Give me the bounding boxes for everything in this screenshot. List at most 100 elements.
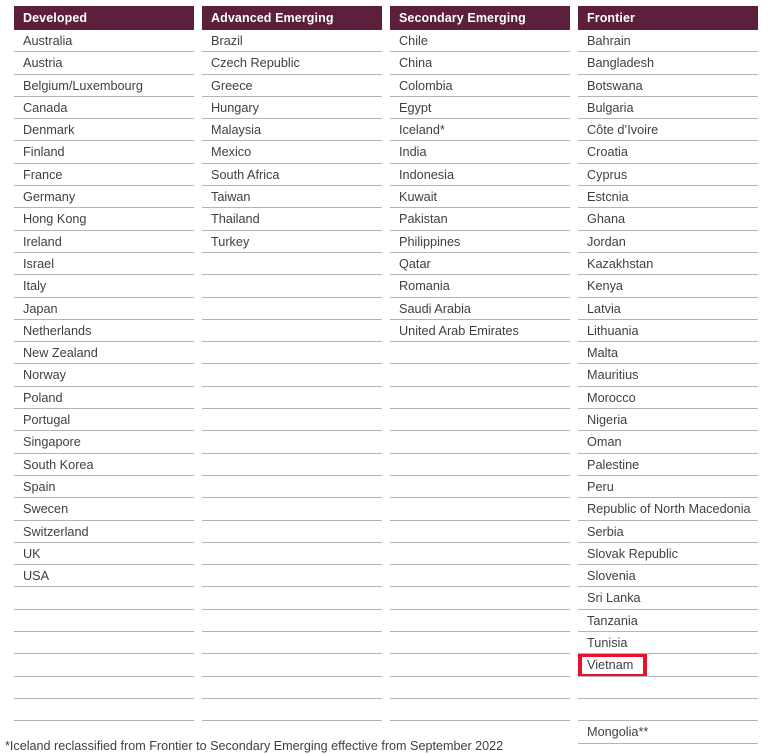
country-cell[interactable]: Spain — [14, 476, 194, 499]
country-cell[interactable]: Tunisia — [578, 632, 758, 655]
country-cell[interactable]: Canada — [14, 97, 194, 120]
country-cell[interactable]: Jordan — [578, 231, 758, 253]
country-cell[interactable]: Philippines — [390, 231, 570, 253]
country-cell[interactable]: Latvia — [578, 298, 758, 320]
country-cell-highlighted[interactable]: Vietnam — [578, 654, 758, 677]
country-cell[interactable]: Hungary — [202, 97, 382, 120]
empty-row — [578, 677, 758, 699]
country-cell[interactable]: Brazil — [202, 30, 382, 53]
country-cell[interactable]: Nigeria — [578, 409, 758, 432]
country-cell[interactable]: Mongolia** — [578, 721, 758, 744]
empty-row — [202, 409, 382, 432]
country-cell[interactable]: China — [390, 52, 570, 75]
country-cell[interactable]: South Korea — [14, 454, 194, 476]
country-cell[interactable]: Estcnia — [578, 186, 758, 209]
country-cell[interactable]: Norway — [14, 364, 194, 387]
country-cell[interactable]: Peru — [578, 476, 758, 499]
country-cell[interactable]: Czech Republic — [202, 52, 382, 75]
country-cell[interactable]: Finland — [14, 141, 194, 164]
country-cell[interactable]: Mauritius — [578, 364, 758, 387]
empty-row — [390, 476, 570, 499]
column-header: Frontier — [578, 6, 758, 30]
country-cell[interactable]: USA — [14, 565, 194, 588]
country-cell[interactable]: Turkey — [202, 231, 382, 253]
country-cell[interactable]: Kenya — [578, 275, 758, 298]
country-cell[interactable]: India — [390, 141, 570, 164]
country-cell[interactable]: Botswana — [578, 75, 758, 97]
empty-row — [578, 699, 758, 722]
country-cell[interactable]: Singapore — [14, 431, 194, 454]
country-cell[interactable]: Palestine — [578, 454, 758, 476]
country-cell[interactable]: Côte d’Ivoire — [578, 119, 758, 142]
country-cell[interactable]: Bahrain — [578, 30, 758, 53]
empty-row — [390, 610, 570, 633]
country-cell[interactable]: Croatia — [578, 141, 758, 164]
column-header: Secondary Emerging — [390, 6, 570, 30]
country-cell[interactable]: Poland — [14, 387, 194, 410]
country-cell[interactable]: Bangladesh — [578, 52, 758, 75]
empty-row — [202, 677, 382, 699]
country-cell[interactable]: Taiwan — [202, 186, 382, 209]
country-cell[interactable]: Slovenia — [578, 565, 758, 588]
country-cell[interactable]: Lithuania — [578, 320, 758, 343]
country-cell[interactable]: Germany — [14, 186, 194, 209]
country-cell[interactable]: France — [14, 164, 194, 187]
country-cell[interactable]: Japan — [14, 298, 194, 320]
column-rows: Bahrain Bangladesh Botswana Bulgaria Côte d’… — [578, 30, 758, 744]
country-cell[interactable]: Bulgaria — [578, 97, 758, 120]
table-column: Frontier Bahrain Bangladesh Botswana Bulgari… — [578, 6, 758, 744]
country-cell[interactable]: Italy — [14, 275, 194, 298]
country-cell[interactable]: Greece — [202, 75, 382, 97]
country-cell[interactable]: Indonesia — [390, 164, 570, 187]
column-rows: Brazil Czech Republic Greece Hungary Malaysi… — [202, 30, 382, 722]
column-header: Developed — [14, 6, 194, 30]
country-cell[interactable]: Qatar — [390, 253, 570, 276]
country-cell[interactable]: Cyprus — [578, 164, 758, 187]
country-cell[interactable]: Colombia — [390, 75, 570, 97]
empty-row — [390, 587, 570, 610]
country-cell[interactable]: Slovak Republic — [578, 543, 758, 566]
country-cell[interactable]: Ghana — [578, 208, 758, 231]
column-header: Advanced Emerging — [202, 6, 382, 30]
country-cell[interactable]: Chile — [390, 30, 570, 53]
country-label: Vietnam — [587, 658, 634, 673]
empty-row — [14, 610, 194, 633]
country-cell[interactable]: Republic of North Macedonia — [578, 498, 758, 521]
country-cell[interactable]: Israel — [14, 253, 194, 276]
country-cell[interactable]: South Africa — [202, 164, 382, 187]
country-cell[interactable]: Serbia — [578, 521, 758, 543]
country-cell[interactable]: Pakistan — [390, 208, 570, 231]
country-cell[interactable]: Morocco — [578, 387, 758, 410]
country-cell[interactable]: Iceland* — [390, 119, 570, 142]
country-cell[interactable]: UK — [14, 543, 194, 566]
country-cell[interactable]: Hong Kong — [14, 208, 194, 231]
country-cell[interactable]: Malta — [578, 342, 758, 365]
country-cell[interactable]: Malaysia — [202, 119, 382, 142]
country-cell[interactable]: Thailand — [202, 208, 382, 231]
country-cell[interactable]: Kazakhstan — [578, 253, 758, 276]
country-cell[interactable]: Mexico — [202, 141, 382, 164]
country-cell[interactable]: Kuwait — [390, 186, 570, 209]
country-cell[interactable]: Ireland — [14, 231, 194, 253]
country-cell[interactable]: Egypt — [390, 97, 570, 120]
country-cell[interactable]: Austria — [14, 52, 194, 75]
country-cell[interactable]: Denmark — [14, 119, 194, 142]
country-cell[interactable]: Swecen — [14, 498, 194, 521]
empty-row — [390, 364, 570, 387]
country-cell[interactable]: Switzerland — [14, 521, 194, 543]
column-rows: Chile China Colombia Egypt Iceland* India Indo… — [390, 30, 570, 722]
country-cell[interactable]: Romania — [390, 275, 570, 298]
country-cell[interactable]: United Arab Emirates — [390, 320, 570, 343]
country-cell[interactable]: Saudi Arabia — [390, 298, 570, 320]
country-cell[interactable]: Oman — [578, 431, 758, 454]
country-cell[interactable]: Portugal — [14, 409, 194, 432]
empty-row — [390, 521, 570, 543]
country-cell[interactable]: Australia — [14, 30, 194, 53]
country-cell[interactable]: Belgium/Luxembourg — [14, 75, 194, 97]
empty-row — [390, 543, 570, 566]
empty-row — [202, 632, 382, 655]
country-cell[interactable]: New Zealand — [14, 342, 194, 365]
country-cell[interactable]: Netherlands — [14, 320, 194, 343]
country-cell[interactable]: Sri Lanka — [578, 587, 758, 610]
country-cell[interactable]: Tanzania — [578, 610, 758, 633]
